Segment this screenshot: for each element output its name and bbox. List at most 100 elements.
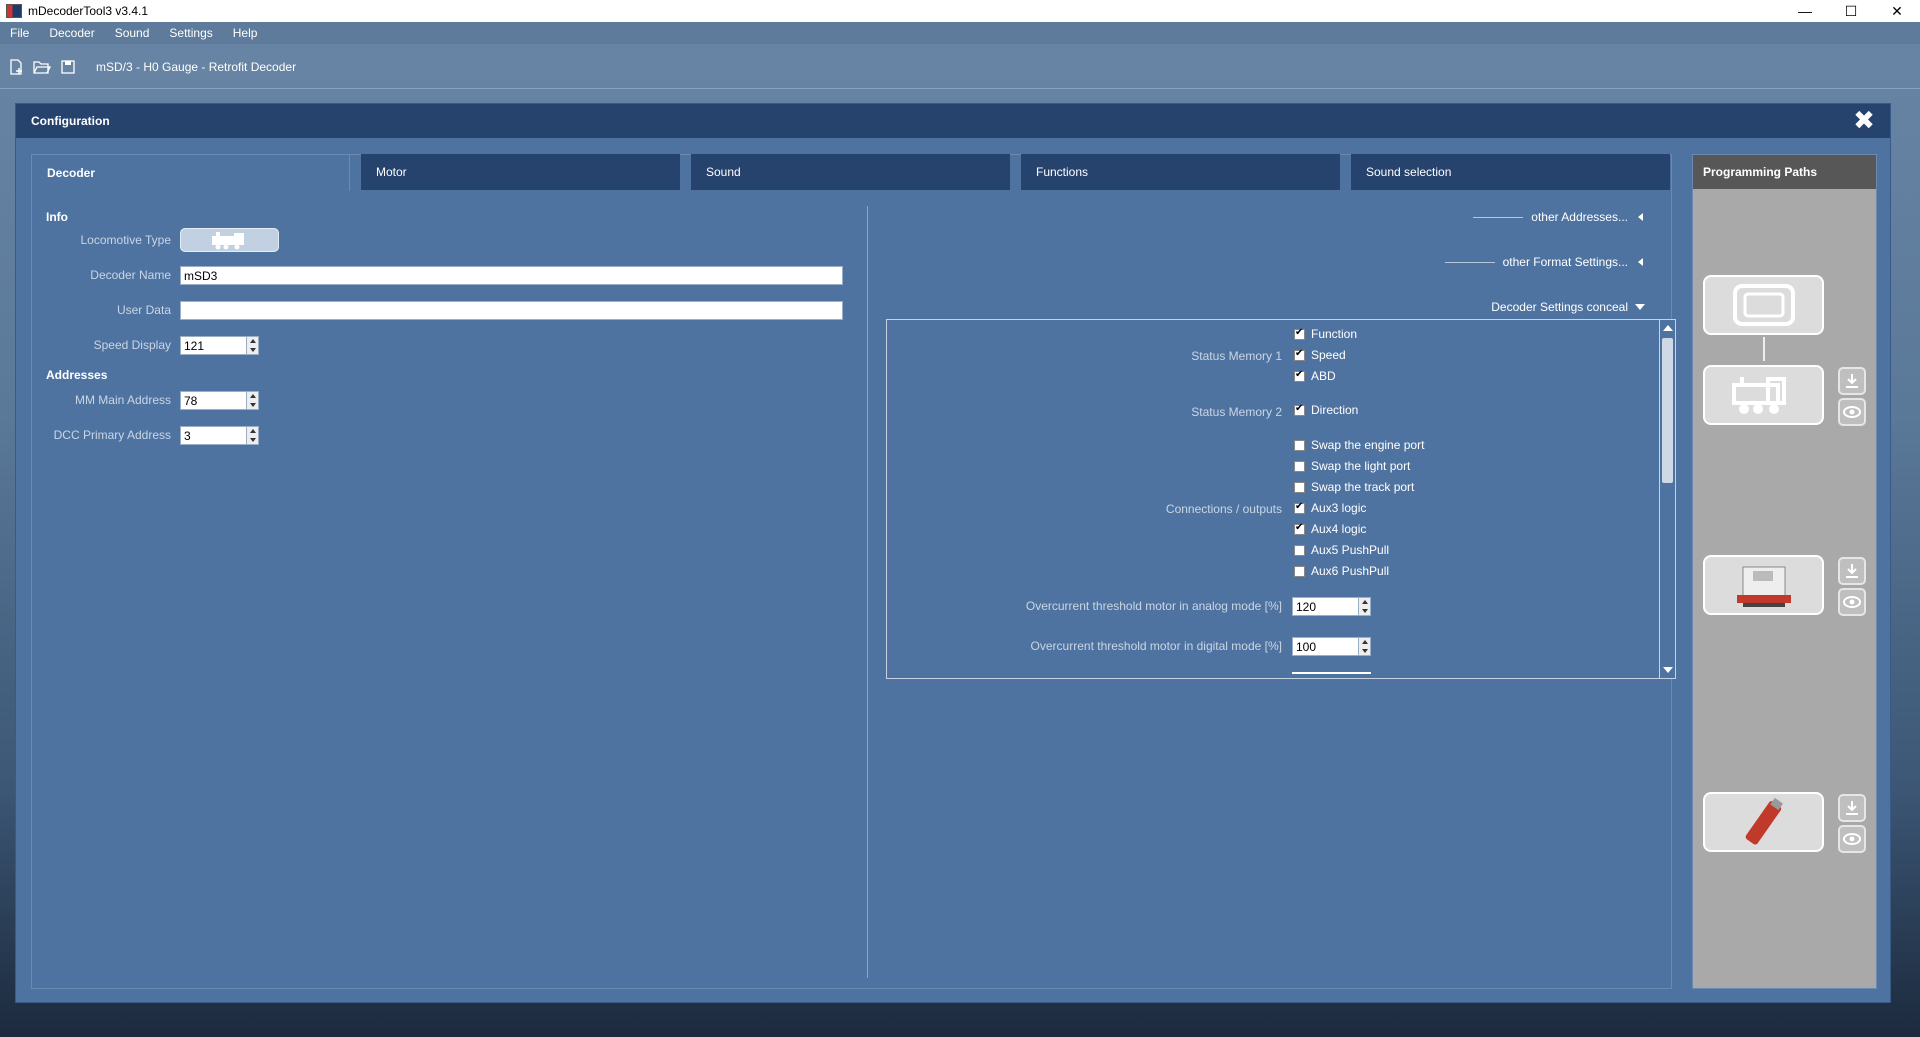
download-icon: [1846, 374, 1858, 388]
tab-bar: Decoder Motor Sound Functions Sound sele…: [31, 154, 1681, 191]
checkbox-box[interactable]: [1294, 369, 1305, 382]
checkbox-box[interactable]: [1294, 348, 1305, 361]
dcc-primary-address-label: DCC Primary Address: [53, 428, 171, 442]
read-usb-button[interactable]: [1838, 825, 1866, 853]
checkbox-box[interactable]: [1294, 544, 1305, 556]
decoder-settings-label: Decoder Settings conceal: [1491, 300, 1628, 314]
other-format-settings-toggle[interactable]: other Format Settings...: [1444, 255, 1646, 269]
user-data-input[interactable]: [180, 301, 843, 320]
overcurrent-analog-stepper[interactable]: 120: [1292, 597, 1371, 616]
tab-functions[interactable]: Functions: [1021, 154, 1340, 190]
decoder-board-icon: [1736, 566, 1791, 607]
save-icon: [61, 60, 75, 74]
tab-motor[interactable]: Motor: [361, 154, 680, 190]
checkbox-direction[interactable]: Direction: [1294, 403, 1358, 417]
checkbox-aux6-pushpull[interactable]: Aux6 PushPull: [1294, 564, 1389, 578]
new-file-icon: [10, 59, 22, 75]
document-title: mSD/3 - H0 Gauge - Retrofit Decoder: [96, 60, 297, 74]
checkbox-abd[interactable]: ABD: [1294, 369, 1336, 383]
dialog-header: Configuration ✖: [16, 104, 1890, 138]
eye-icon: [1843, 596, 1861, 608]
spin-arrows-icon[interactable]: [1358, 598, 1370, 615]
checkbox-box[interactable]: [1294, 565, 1305, 577]
overcurrent-analog-value: 120: [1296, 600, 1317, 614]
menu-file[interactable]: File: [0, 26, 39, 40]
spin-arrows-icon[interactable]: [1358, 638, 1370, 655]
overcurrent-digital-stepper[interactable]: 100: [1292, 637, 1371, 656]
download-icon: [1846, 801, 1858, 815]
mm-main-address-label: MM Main Address: [74, 393, 171, 407]
speed-display-stepper[interactable]: 121: [180, 336, 259, 355]
decoder-tab-panel: Info Locomotive Type Decoder Name mSD3 U…: [31, 190, 1676, 989]
decoder-tester-button[interactable]: [1703, 555, 1824, 615]
toolbar: mSD/3 - H0 Gauge - Retrofit Decoder: [0, 52, 1920, 82]
other-addresses-toggle[interactable]: other Addresses...: [1473, 210, 1646, 224]
programmer-device-button[interactable]: [1703, 275, 1824, 335]
write-tester-button[interactable]: [1838, 557, 1866, 585]
mm-main-address-value: 78: [184, 394, 198, 408]
speed-display-label: Speed Display: [93, 338, 171, 352]
toolbar-divider: [0, 88, 1920, 89]
locomotive-type-label: Locomotive Type: [80, 233, 172, 247]
locomotive-path-button[interactable]: [1703, 365, 1824, 425]
read-tester-button[interactable]: [1838, 588, 1866, 616]
user-data-label: User Data: [116, 303, 171, 317]
title-bar: mDecoderTool3 v3.4.1 — ☐ ✕: [0, 0, 1920, 22]
panel-divider: [867, 206, 868, 978]
close-window-button[interactable]: ✕: [1874, 0, 1920, 22]
checkbox-swap-track-port[interactable]: Swap the track port: [1294, 480, 1414, 494]
minimize-button[interactable]: —: [1782, 0, 1828, 22]
checkbox-swap-engine-port[interactable]: Swap the engine port: [1294, 438, 1424, 452]
save-button[interactable]: [58, 57, 78, 77]
decoder-settings-toggle[interactable]: Decoder Settings conceal: [1491, 300, 1646, 314]
write-decoder-button[interactable]: [1838, 367, 1866, 395]
tab-sound[interactable]: Sound: [691, 154, 1010, 190]
menu-sound[interactable]: Sound: [105, 26, 160, 40]
path-connector: [1763, 337, 1765, 361]
spin-arrows-icon[interactable]: [246, 337, 258, 354]
speed-display-value: 121: [184, 339, 205, 353]
spin-arrows-icon[interactable]: [246, 427, 258, 444]
checkbox-box[interactable]: [1294, 403, 1305, 416]
maximize-button[interactable]: ☐: [1828, 0, 1874, 22]
tab-sound-selection[interactable]: Sound selection: [1351, 154, 1670, 190]
download-icon: [1846, 564, 1858, 578]
checkbox-function[interactable]: Function: [1294, 327, 1357, 341]
new-file-button[interactable]: [6, 57, 26, 77]
checkbox-swap-light-port[interactable]: Swap the light port: [1294, 459, 1410, 473]
checkbox-aux3-logic[interactable]: Aux3 logic: [1294, 501, 1366, 515]
scroll-thumb[interactable]: [1662, 338, 1673, 483]
checkbox-box[interactable]: [1294, 439, 1305, 451]
app-icon: [6, 4, 22, 18]
checkbox-aux5-pushpull[interactable]: Aux5 PushPull: [1294, 543, 1389, 557]
dcc-primary-address-stepper[interactable]: 3: [180, 426, 259, 445]
dialog-close-button[interactable]: ✖: [1852, 107, 1876, 133]
checkbox-box[interactable]: [1294, 327, 1305, 340]
checkbox-box[interactable]: [1294, 522, 1305, 535]
locomotive-icon: [1731, 377, 1786, 414]
checkbox-box[interactable]: [1294, 481, 1305, 493]
usb-stick-button[interactable]: [1703, 792, 1824, 852]
spin-arrows-icon[interactable]: [246, 392, 258, 409]
menu-decoder[interactable]: Decoder: [39, 26, 104, 40]
mm-main-address-stepper[interactable]: 78: [180, 391, 259, 410]
read-decoder-button[interactable]: [1838, 398, 1866, 426]
write-usb-button[interactable]: [1838, 794, 1866, 822]
decoder-name-input[interactable]: mSD3: [180, 266, 843, 285]
checkbox-box[interactable]: [1294, 501, 1305, 514]
tab-decoder[interactable]: Decoder: [31, 154, 350, 191]
locomotive-type-button[interactable]: [180, 228, 279, 252]
eye-icon: [1843, 833, 1861, 845]
menu-settings[interactable]: Settings: [159, 26, 222, 40]
dcc-primary-address-value: 3: [184, 429, 191, 443]
open-folder-button[interactable]: [32, 57, 52, 77]
checkbox-aux4-logic[interactable]: Aux4 logic: [1294, 522, 1366, 536]
scroll-up-icon[interactable]: [1663, 325, 1673, 331]
other-format-settings-label: other Format Settings...: [1502, 255, 1628, 269]
checkbox-speed[interactable]: Speed: [1294, 348, 1346, 362]
checkbox-box[interactable]: [1294, 460, 1305, 472]
connections-outputs-label: Connections / outputs: [1165, 502, 1282, 516]
menu-help[interactable]: Help: [223, 26, 268, 40]
scroll-down-icon[interactable]: [1663, 667, 1673, 673]
settings-scrollbar[interactable]: [1659, 320, 1675, 678]
